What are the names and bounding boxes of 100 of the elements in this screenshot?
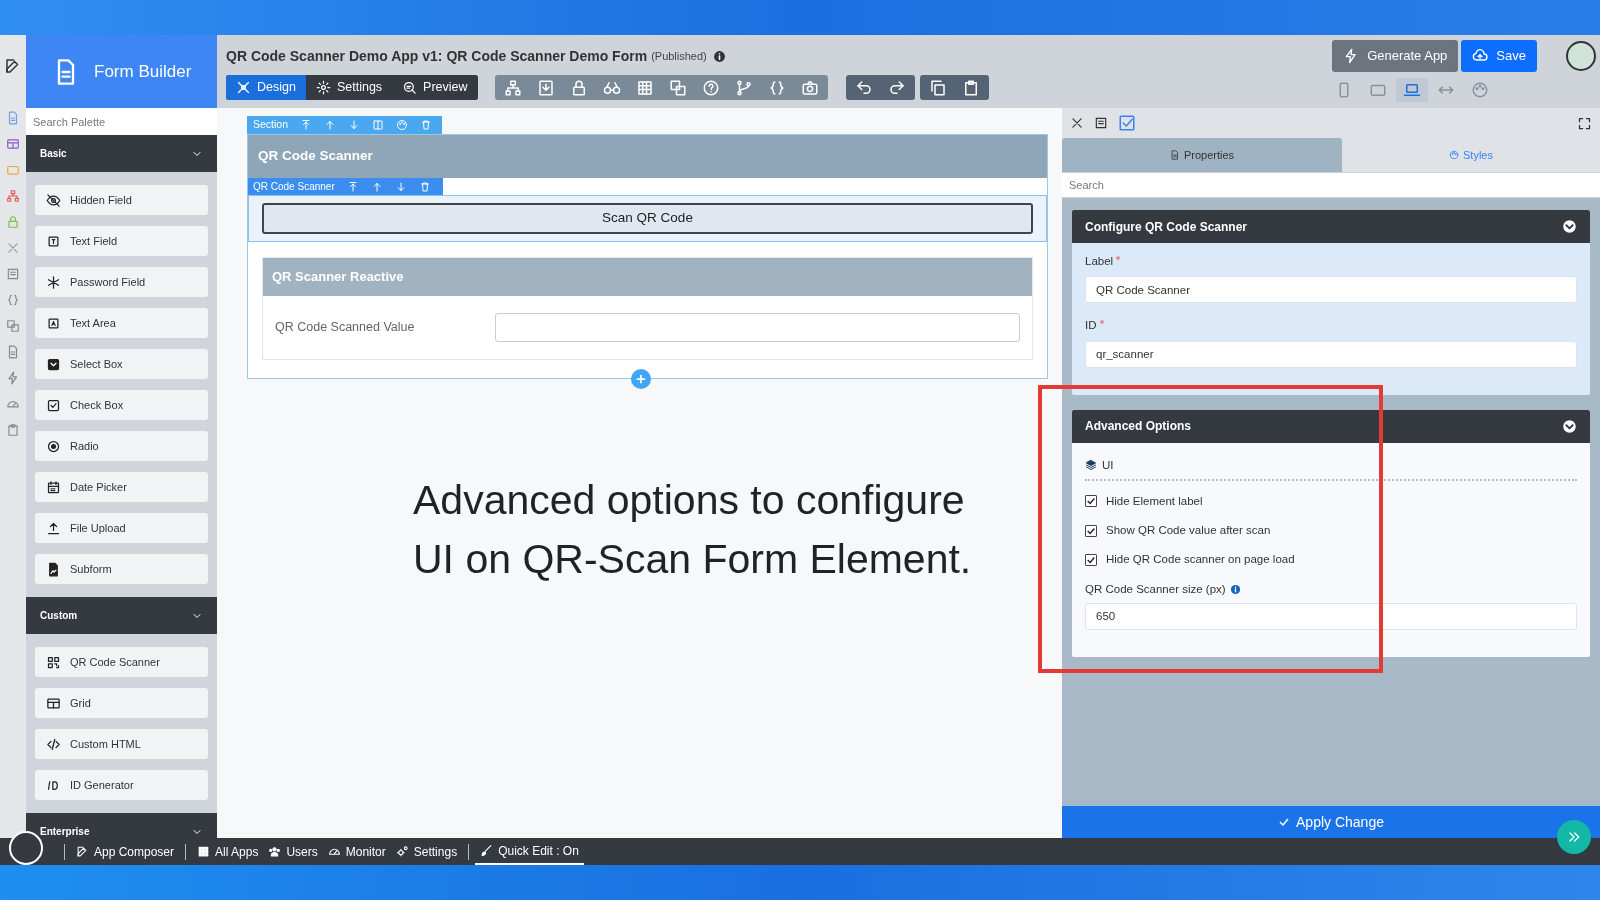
- palette-item[interactable]: Date Picker: [35, 472, 208, 502]
- section-tag: Section: [253, 117, 289, 133]
- add-button[interactable]: [631, 369, 651, 389]
- variable-icon[interactable]: [6, 293, 20, 307]
- gears-icon: [395, 845, 409, 858]
- close-icon[interactable]: [1070, 116, 1084, 130]
- redo-icon[interactable]: [887, 78, 906, 97]
- field-label: QR Code Scanned Value: [275, 319, 416, 337]
- checkbox[interactable]: [1085, 524, 1097, 537]
- help-icon[interactable]: [701, 78, 720, 97]
- status-text: (Published): [651, 49, 707, 65]
- import-icon[interactable]: [536, 78, 555, 97]
- palette-group-header[interactable]: Basic: [26, 135, 217, 172]
- scanned-value-field[interactable]: [495, 313, 1020, 342]
- fullscreen-icon[interactable]: [1577, 115, 1592, 131]
- grid-icon: [197, 845, 211, 858]
- palette-item[interactable]: Text Area: [35, 308, 208, 338]
- mode-tab[interactable]: Design: [226, 75, 306, 100]
- info-icon: [712, 50, 726, 63]
- element-tag: QR Code Scanner: [253, 179, 335, 194]
- taskbar-link[interactable]: App Composer: [71, 838, 180, 865]
- checkbox[interactable]: [1085, 553, 1097, 566]
- palette-icon: [1449, 150, 1459, 160]
- text-area-icon: [46, 315, 61, 331]
- trash-icon[interactable]: [420, 119, 433, 131]
- palette-item[interactable]: Subform: [35, 554, 208, 584]
- trash-icon[interactable]: [418, 180, 431, 193]
- scan-qr-code-button[interactable]: Scan QR Code: [262, 203, 1033, 234]
- palette-item[interactable]: Select Box: [35, 349, 208, 379]
- apply-change-button[interactable]: Apply Change: [1062, 806, 1600, 838]
- design-icon: [236, 80, 251, 95]
- table-icon[interactable]: [635, 78, 654, 97]
- palette-item[interactable]: File Upload: [35, 513, 208, 543]
- arrow-down-icon[interactable]: [394, 180, 407, 193]
- document-icon[interactable]: [6, 111, 20, 125]
- field-label: QR Code Scanner size (px): [1085, 581, 1226, 597]
- palette-item[interactable]: Text Field: [35, 226, 208, 256]
- taskbar-link[interactable]: Monitor: [322, 838, 391, 865]
- palette-icon: [1471, 81, 1489, 99]
- palette-item[interactable]: Custom HTML: [35, 729, 208, 759]
- upload-icon: [46, 520, 61, 536]
- property-input[interactable]: QR Code Scanner: [1085, 276, 1577, 304]
- hierarchy-icon[interactable]: [6, 189, 20, 203]
- window-icon[interactable]: [1094, 116, 1108, 130]
- save-button[interactable]: Save: [1461, 40, 1537, 72]
- hierarchy-icon[interactable]: [503, 78, 522, 97]
- palette-item[interactable]: Check Box: [35, 390, 208, 420]
- translate-icon[interactable]: [668, 78, 687, 97]
- taskbar-link[interactable]: Settings: [390, 838, 463, 865]
- copy-icon[interactable]: [928, 78, 947, 97]
- avatar[interactable]: [1566, 41, 1596, 71]
- palette-group-header[interactable]: Custom: [26, 597, 217, 634]
- generate-app-button[interactable]: Generate App: [1332, 40, 1459, 72]
- palette-item[interactable]: QR Code Scanner: [35, 647, 208, 677]
- palette-item[interactable]: Radio: [35, 431, 208, 461]
- field-label: Label: [1085, 254, 1114, 269]
- branch-icon[interactable]: [734, 78, 753, 97]
- dropdown-icon: [46, 356, 61, 372]
- translate-icon[interactable]: [6, 319, 20, 333]
- chevron-down-icon: [1562, 219, 1577, 234]
- taskbar-link[interactable]: Users: [263, 838, 323, 865]
- script-icon[interactable]: [6, 423, 20, 437]
- camera-icon[interactable]: [800, 78, 819, 97]
- checkbox[interactable]: [1085, 495, 1097, 508]
- taskbar-link[interactable]: All Apps: [192, 838, 264, 865]
- arrow-up-icon[interactable]: [370, 180, 383, 193]
- palette-icon[interactable]: [396, 119, 409, 131]
- undo-icon[interactable]: [854, 78, 873, 97]
- users-icon: [268, 845, 282, 858]
- arrow-up-icon[interactable]: [324, 119, 337, 131]
- palette-search-field[interactable]: Search Palette: [26, 108, 217, 135]
- palette-group-header[interactable]: Enterprise: [26, 813, 217, 838]
- palette-item[interactable]: Hidden Field: [35, 185, 208, 215]
- text-box-icon: [46, 233, 61, 249]
- monitor-icon[interactable]: [6, 163, 20, 177]
- file-icon[interactable]: [6, 345, 20, 359]
- braces-icon[interactable]: [767, 78, 786, 97]
- palette-item[interactable]: Grid: [35, 688, 208, 718]
- table-icon[interactable]: [6, 137, 20, 151]
- info-icon: [1229, 583, 1241, 595]
- app-title: Form Builder: [94, 60, 192, 83]
- palette-item[interactable]: Password Field: [35, 267, 208, 297]
- property-input[interactable]: qr_scanner: [1085, 340, 1577, 368]
- check-square-icon[interactable]: [1118, 114, 1136, 132]
- panel-tab[interactable]: Properties: [1062, 138, 1342, 172]
- checkbox-icon: [46, 397, 61, 413]
- move-top-icon[interactable]: [300, 119, 313, 131]
- note-icon[interactable]: [6, 267, 20, 281]
- palette-item[interactable]: ID Generator: [35, 770, 208, 800]
- card-header[interactable]: Configure QR Code Scanner: [1072, 210, 1590, 243]
- card-header[interactable]: Advanced Options: [1072, 409, 1590, 443]
- properties-search-field[interactable]: Search: [1062, 172, 1600, 198]
- group-heading: UI: [1102, 457, 1114, 473]
- columns-icon[interactable]: [372, 119, 385, 131]
- device-view-button[interactable]: [1396, 78, 1428, 102]
- form-title: QR Code Scanner Demo App v1: QR Code Scanner Demo Form: [226, 47, 648, 66]
- move-top-icon[interactable]: [346, 180, 359, 193]
- property-input[interactable]: 650: [1085, 602, 1577, 630]
- arrow-down-icon[interactable]: [348, 119, 361, 131]
- preview-icon: [402, 80, 418, 95]
